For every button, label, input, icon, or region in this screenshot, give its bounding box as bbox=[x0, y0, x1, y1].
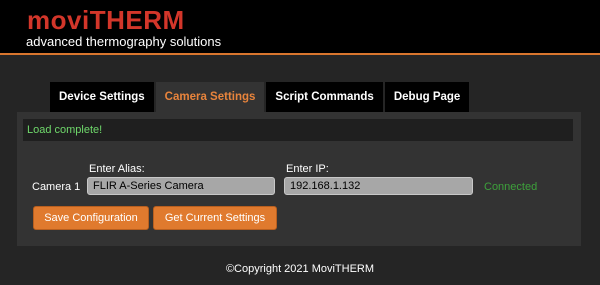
movitherm-logo: moviTHERM bbox=[27, 6, 185, 34]
status-message: Load complete! bbox=[23, 119, 573, 141]
tagline: advanced thermography solutions bbox=[26, 34, 222, 49]
ip-input[interactable] bbox=[284, 177, 473, 195]
alias-label: Enter Alias: bbox=[89, 163, 145, 175]
tab-device-settings[interactable]: Device Settings bbox=[50, 82, 154, 112]
logo-suffix: THERM bbox=[89, 5, 185, 35]
tab-debug-page[interactable]: Debug Page bbox=[384, 82, 470, 112]
logo-prefix: movi bbox=[27, 5, 90, 35]
tab-camera-settings[interactable]: Camera Settings bbox=[155, 82, 265, 112]
camera-settings-panel: Load complete! Enter Alias: Enter IP: Ca… bbox=[17, 112, 581, 246]
get-current-settings-button[interactable]: Get Current Settings bbox=[153, 206, 277, 230]
copyright-footer: ©Copyright 2021 MoviTHERM bbox=[225, 263, 375, 275]
tab-bar: Device Settings Camera Settings Script C… bbox=[50, 82, 471, 112]
app-header: moviTHERM advanced thermography solution… bbox=[0, 0, 600, 55]
ip-label: Enter IP: bbox=[286, 163, 329, 175]
camera-name-label: Camera 1 bbox=[32, 181, 81, 193]
connection-status: Connected bbox=[484, 181, 538, 193]
save-configuration-button[interactable]: Save Configuration bbox=[33, 206, 149, 230]
tab-script-commands[interactable]: Script Commands bbox=[266, 82, 383, 112]
alias-input[interactable] bbox=[87, 177, 275, 195]
